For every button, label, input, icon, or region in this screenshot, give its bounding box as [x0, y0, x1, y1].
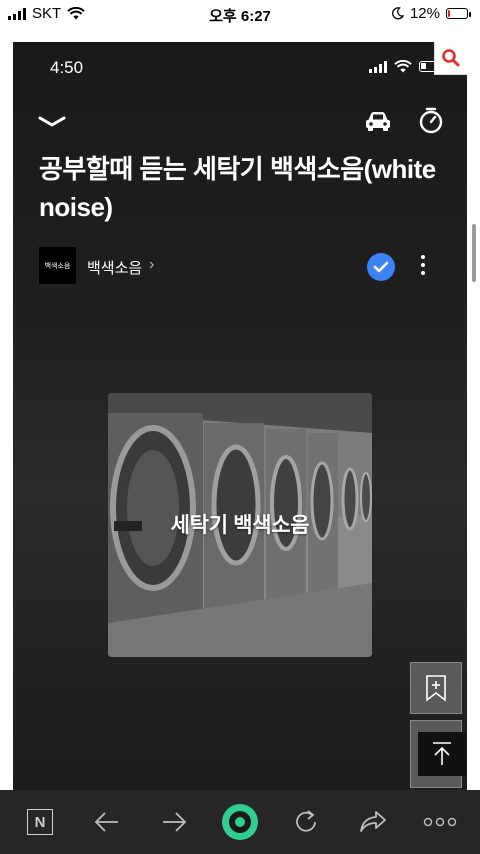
share-button[interactable]: [349, 798, 397, 846]
search-button[interactable]: [434, 42, 467, 75]
share-icon: [360, 811, 386, 832]
battery-percent: 12%: [409, 5, 440, 22]
album-artwork: 세탁기 백색소음: [108, 393, 372, 657]
inner-status-bar: 4:50: [13, 56, 467, 78]
timer-icon[interactable]: [417, 107, 445, 135]
back-button[interactable]: [83, 798, 131, 846]
inner-signal-icon: [369, 60, 387, 73]
battery-level-fill: [448, 10, 450, 17]
arrow-up-icon: [433, 742, 451, 765]
status-right: 12%: [391, 5, 471, 22]
device-status-bar: SKT 오후 6:27 12%: [0, 0, 480, 28]
channel-name[interactable]: 백색소음: [87, 257, 142, 278]
more-vertical-icon[interactable]: [417, 253, 429, 279]
web-content[interactable]: 4:50 공부할때 듣는 세탁기 백색소음(white noise) 백색소음 …: [0, 28, 480, 790]
search-icon: [442, 49, 460, 67]
inner-clock: 4:50: [50, 58, 84, 77]
embedded-screenshot: 4:50 공부할때 듣는 세탁기 백색소음(white noise) 백색소음 …: [13, 42, 467, 790]
battery-icon: [446, 8, 471, 19]
arrow-right-icon: [163, 812, 187, 832]
arrow-left-icon: [94, 812, 118, 832]
inner-status-icons: [369, 60, 444, 73]
scroll-top-button[interactable]: [418, 732, 466, 776]
refresh-icon: [296, 810, 316, 832]
reload-button[interactable]: [282, 798, 330, 846]
channel-row[interactable]: 백색소음 백색소음 ›: [39, 247, 449, 285]
chevron-down-icon[interactable]: [37, 110, 67, 134]
browser-bottom-bar: N: [0, 790, 480, 854]
car-icon[interactable]: [364, 109, 392, 133]
naver-n-icon: N: [27, 809, 53, 835]
page-scrollbar[interactable]: [472, 224, 476, 282]
forward-button[interactable]: [150, 798, 198, 846]
video-title: 공부할때 듣는 세탁기 백색소음(white noise): [39, 154, 436, 222]
chevron-right-icon: ›: [149, 256, 155, 273]
bookmark-add-button[interactable]: [410, 662, 462, 714]
verified-button[interactable]: [367, 253, 395, 281]
bookmark-add-icon: [426, 675, 446, 702]
check-icon: [373, 261, 389, 273]
green-home-button[interactable]: [216, 798, 264, 846]
inner-wifi-icon: [394, 60, 412, 73]
more-horizontal-button[interactable]: [416, 798, 464, 846]
green-dot-icon: [222, 804, 258, 840]
channel-logo[interactable]: 백색소음: [39, 247, 76, 284]
artwork-caption: 세탁기 백색소음: [170, 514, 310, 537]
more-horizontal-icon: [423, 817, 457, 827]
moon-icon: [392, 7, 404, 20]
player-toolbar: [13, 106, 467, 140]
naver-home-button[interactable]: N: [16, 798, 64, 846]
